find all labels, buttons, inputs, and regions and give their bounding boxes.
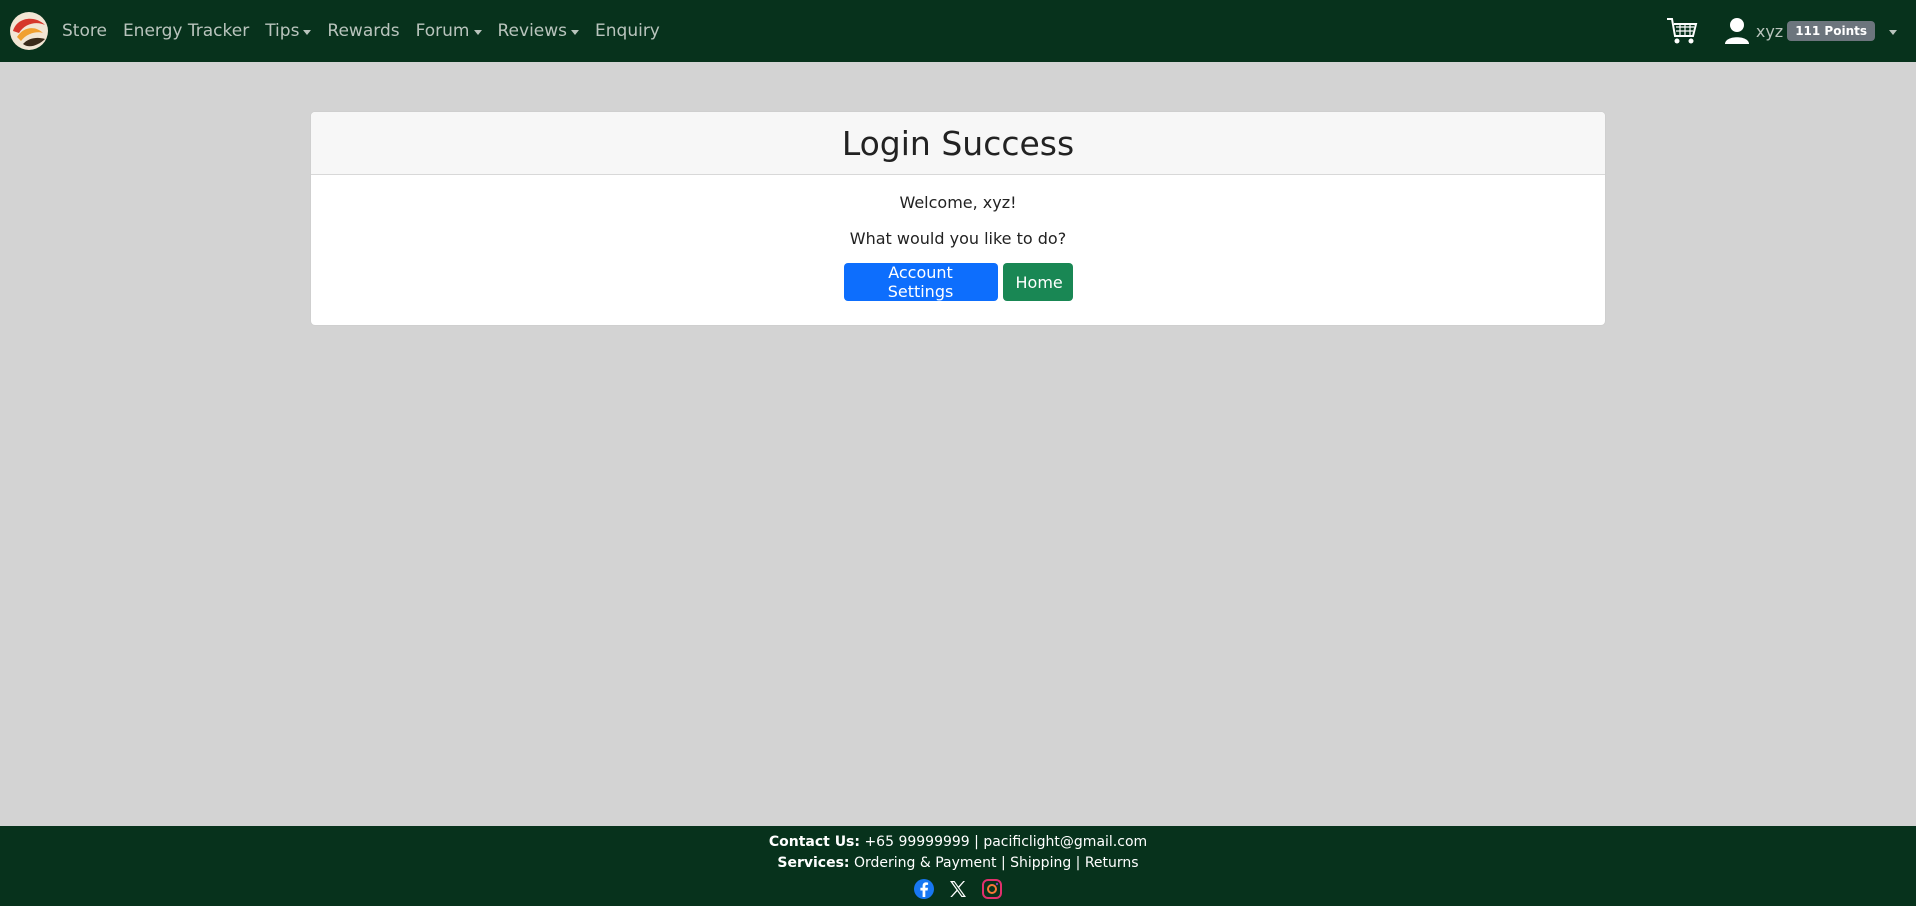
footer: Contact Us: +65 99999999 | pacificlight@… [0,826,1916,906]
nav-enquiry[interactable]: Enquiry [595,21,660,41]
account-settings-button[interactable]: Account Settings [843,263,998,301]
nav-reviews-dropdown[interactable]: Reviews [498,21,580,41]
footer-services: Services: Ordering & Payment | Shipping … [0,853,1916,874]
username: xyz [1755,21,1784,41]
user-menu-dropdown[interactable]: xyz 111 Points [1724,17,1897,45]
nav-reviews-label: Reviews [497,21,568,41]
card-header: Login Success [311,112,1605,175]
welcome-message: Welcome, xyz! [899,193,1017,212]
chevron-down-icon [1889,29,1897,35]
nav-forum-label: Forum [415,21,470,41]
nav-rewards[interactable]: Rewards [327,21,399,41]
cart-icon[interactable] [1666,16,1698,46]
login-success-card: Login Success Welcome, xyz! What would y… [310,111,1606,326]
chevron-down-icon [473,29,482,35]
instagram-icon[interactable] [981,878,1003,900]
x-icon[interactable] [947,878,969,900]
nav-rewards-label: Rewards [327,21,400,41]
facebook-icon[interactable] [913,878,935,900]
services-value: Ordering & Payment | Shipping | Returns [849,855,1139,871]
footer-contact: Contact Us: +65 99999999 | pacificlight@… [0,832,1916,853]
nav-tips-dropdown[interactable]: Tips [265,21,312,41]
nav-energy-tracker[interactable]: Energy Tracker [123,21,249,41]
page-title: Login Success [841,123,1075,163]
prompt-text: What would you like to do? [849,229,1067,248]
nav-enquiry-label: Enquiry [595,21,660,41]
social-links [0,878,1916,900]
contact-value: +65 99999999 | pacificlight@gmail.com [860,834,1148,850]
nav-links: Store Energy Tracker Tips Rewards Forum … [62,21,676,41]
contact-label: Contact Us: [768,834,860,850]
nav-right: xyz 111 Points [1666,0,1916,62]
chevron-down-icon [571,29,580,35]
nav-energy-tracker-label: Energy Tracker [122,21,250,41]
action-buttons: Account Settings Home [311,263,1605,301]
nav-store[interactable]: Store [62,21,107,41]
nav-store-label: Store [62,21,107,41]
nav-tips-label: Tips [265,21,300,41]
brand-logo[interactable] [9,11,49,51]
chevron-down-icon [303,29,312,35]
points-badge: 111 Points [1787,21,1875,41]
user-icon [1724,18,1749,44]
services-label: Services: [777,855,850,871]
nav-forum-dropdown[interactable]: Forum [416,21,482,41]
card-body: Welcome, xyz! What would you like to do?… [311,193,1605,301]
home-button[interactable]: Home [1002,263,1073,301]
navbar: Store Energy Tracker Tips Rewards Forum … [0,0,1916,62]
